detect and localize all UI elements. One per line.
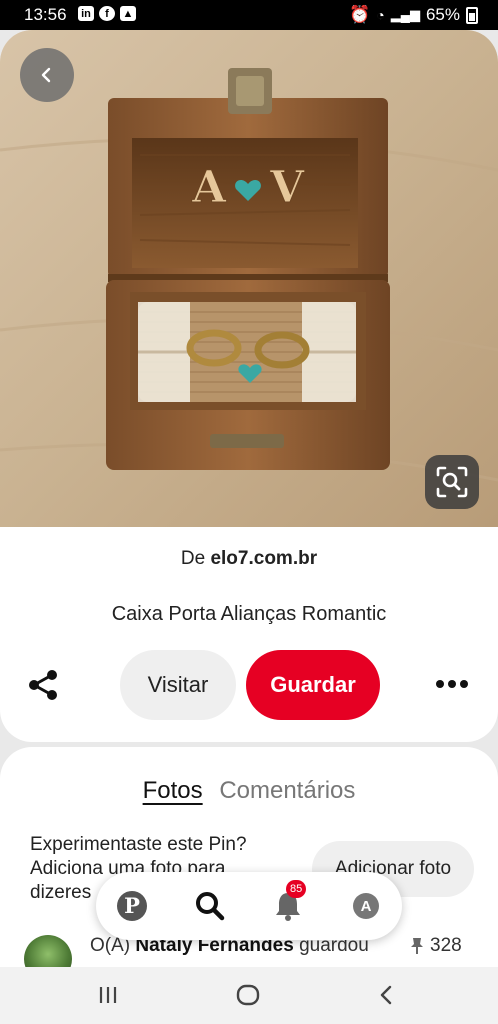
source-prefix: De	[180, 548, 206, 569]
save-button[interactable]: Guardar	[246, 650, 380, 720]
more-options-button[interactable]	[434, 676, 470, 692]
visual-search-button[interactable]	[425, 455, 479, 509]
svg-text:V: V	[269, 162, 305, 213]
share-button[interactable]	[26, 667, 62, 703]
pin-card: A V De elo7.com.br Caixa Porta Alianças …	[0, 30, 498, 742]
signal-icon: ▂▄▆	[390, 7, 420, 22]
pin-count: 328	[410, 935, 462, 957]
pin-image[interactable]: A V	[0, 30, 498, 527]
facebook-icon: f	[99, 6, 115, 21]
battery-percent: 65%	[425, 5, 460, 24]
tab-photos[interactable]: Fotos	[143, 777, 203, 804]
profile-avatar-icon: A	[353, 893, 379, 919]
notification-badge: 85	[286, 880, 307, 898]
chevron-left-icon	[41, 67, 51, 83]
system-nav-bar	[0, 967, 498, 1024]
notification-icons: in f ▲	[78, 6, 136, 21]
try-line-1: Experimentaste este Pin?	[30, 834, 247, 855]
recents-icon	[99, 987, 117, 1003]
wifi-icon: ◔	[376, 7, 385, 23]
clock: 13:56	[24, 5, 67, 24]
pushpin-icon	[411, 938, 423, 954]
back-button[interactable]	[20, 48, 74, 102]
back-nav-button[interactable]	[376, 983, 398, 1012]
svg-text:P: P	[124, 893, 140, 918]
visit-button[interactable]: Visitar	[120, 650, 236, 720]
status-bar: 13:56 in f ▲ ⏰ ◔ ▂▄▆ 65%	[0, 0, 498, 30]
profile-initial: A	[360, 897, 372, 915]
home-icon	[236, 984, 260, 1006]
pin-count-value: 328	[430, 935, 462, 956]
battery-icon	[466, 6, 478, 24]
linkedin-icon: in	[78, 6, 94, 21]
home-button[interactable]	[235, 983, 261, 1012]
avatar[interactable]	[24, 935, 72, 967]
pin-source[interactable]: De elo7.com.br	[0, 548, 498, 570]
alarm-icon: ⏰	[349, 5, 371, 24]
lens-search-icon	[436, 466, 468, 498]
nav-profile[interactable]: A	[348, 888, 384, 924]
bottom-navigation: P 85 A	[96, 872, 402, 940]
system-icons: ⏰ ◔ ▂▄▆ 65%	[349, 5, 478, 25]
ellipsis-icon	[436, 680, 468, 688]
pin-title: Caixa Porta Alianças Romantic	[111, 603, 387, 625]
back-icon	[380, 985, 392, 1005]
nav-home[interactable]: P	[114, 888, 150, 924]
recent-apps-button[interactable]	[96, 983, 120, 1012]
svg-text:A: A	[191, 162, 227, 213]
source-domain-link[interactable]: elo7.com.br	[210, 548, 317, 569]
section-tabs: Fotos Comentários	[0, 777, 498, 805]
share-icon	[29, 670, 57, 700]
pinterest-logo-icon: P	[117, 891, 147, 921]
tab-comments[interactable]: Comentários	[219, 777, 355, 804]
nav-search[interactable]	[192, 888, 228, 924]
image-icon: ▲	[120, 6, 136, 21]
search-icon	[196, 892, 225, 921]
